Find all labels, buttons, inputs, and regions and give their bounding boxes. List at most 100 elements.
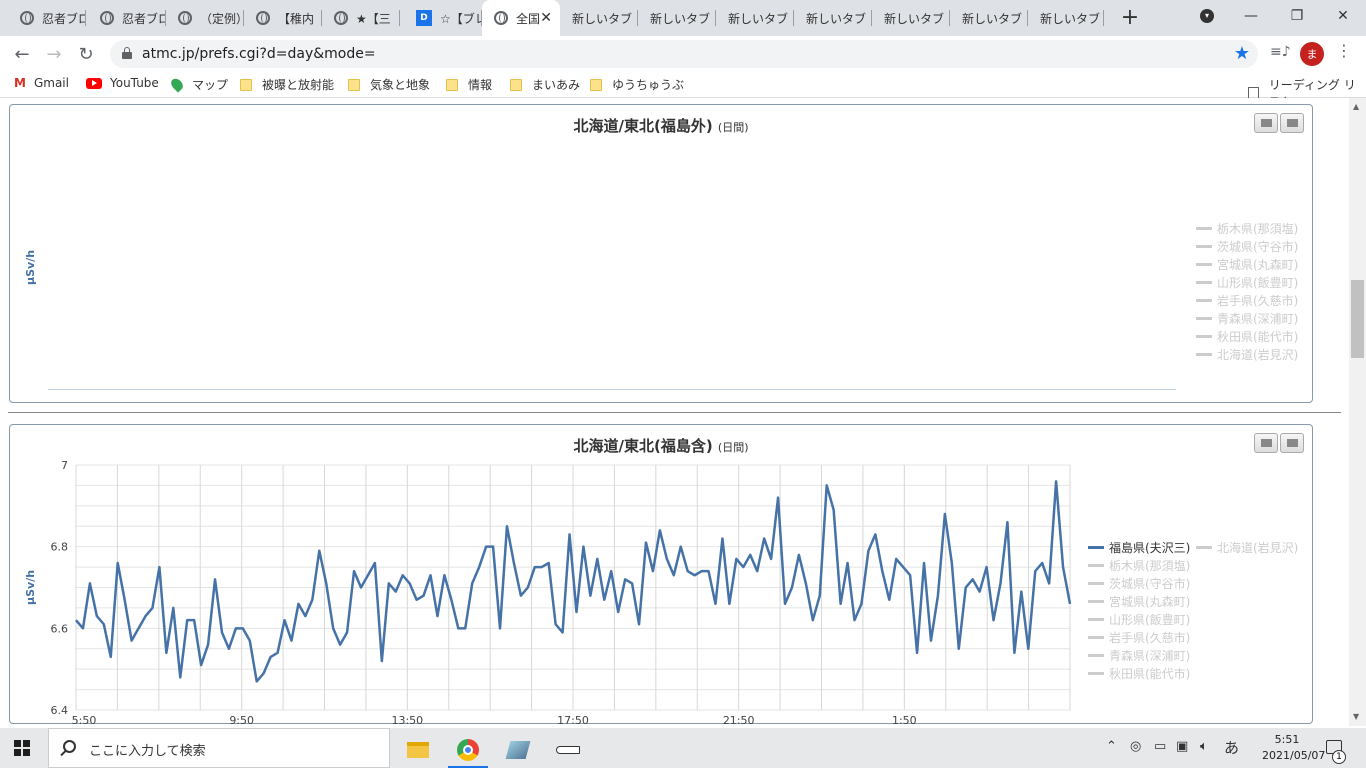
vertical-scrollbar[interactable]: ▲ ▼ — [1349, 98, 1366, 726]
legend-item[interactable]: 山形県(飯豊町) — [1196, 273, 1298, 291]
back-button[interactable]: ← — [10, 42, 34, 66]
x-tick-label: 17:50 — [557, 714, 589, 725]
browser-tab[interactable]: 忍者ブロ — [8, 0, 86, 36]
close-tab-icon[interactable]: ✕ — [540, 10, 552, 26]
bookmark-youtube[interactable]: YouTube — [86, 76, 159, 90]
chrome-icon[interactable] — [444, 732, 492, 768]
bookmark-folder-youtube[interactable]: ゆうちゅうぶ — [590, 76, 684, 93]
tab-search-button[interactable]: ▾ — [1184, 0, 1230, 32]
browser-tab[interactable]: 新しいタブ — [794, 0, 872, 36]
bookmark-folder-radiation[interactable]: 被曝と放射能 — [240, 76, 334, 93]
browser-tab[interactable]: 新しいタブ — [1028, 0, 1104, 36]
chart-subtitle: (日間) — [717, 121, 749, 134]
menu-icon[interactable]: ⋮ — [1336, 41, 1352, 60]
tab-strip: 忍者ブロ 忍者ブロ （定例） 【稚内 ★【三 D ☆【ブレ 全国 ✕ 新しいタブ 新しいタブ 新しいタ… — [0, 0, 1366, 36]
lock-icon — [122, 47, 132, 59]
tray-chevron-icon[interactable]: ⌃ — [1106, 739, 1117, 754]
legend-swatch — [1088, 635, 1104, 639]
browser-tab[interactable]: D ☆【ブレ — [404, 0, 482, 36]
scroll-up-icon[interactable]: ▲ — [1353, 102, 1359, 111]
legend-item[interactable]: 山形県(飯豊町) — [1088, 610, 1190, 628]
legend-item[interactable]: 茨城県(守谷市) — [1196, 237, 1298, 255]
bookmark-folder-weather[interactable]: 気象と地象 — [348, 76, 430, 93]
legend-label: 岩手県(久慈市) — [1109, 630, 1191, 645]
browser-tab[interactable]: 新しいタブ — [560, 0, 638, 36]
new-tab-button[interactable]: + — [1118, 5, 1142, 30]
browser-tab[interactable]: 新しいタブ — [950, 0, 1028, 36]
legend-label: 岩手県(久慈市) — [1217, 293, 1299, 308]
bookmark-gmail[interactable]: M Gmail — [14, 76, 69, 90]
bookmark-star-icon[interactable]: ★ — [1234, 43, 1250, 64]
close-window-button[interactable]: ✕ — [1320, 0, 1366, 32]
legend-item[interactable]: 北海道(岩見沢) — [1196, 345, 1298, 363]
legend-label: 山形県(飯豊町) — [1109, 612, 1191, 627]
train-app-icon[interactable] — [544, 732, 592, 768]
media-queue-icon[interactable]: ≡♪ — [1270, 44, 1291, 60]
app-icon[interactable] — [494, 732, 542, 768]
ime-indicator[interactable]: あ — [1224, 737, 1239, 758]
bookmark-folder-maiami[interactable]: まいあみ — [510, 76, 580, 93]
profile-avatar[interactable]: ま — [1300, 42, 1324, 66]
file-explorer-icon[interactable] — [394, 732, 442, 768]
legend-item[interactable]: 青森県(深浦町) — [1088, 646, 1190, 664]
legend-item[interactable]: 岩手県(久慈市) — [1088, 628, 1190, 646]
browser-tab[interactable]: 忍者ブロ — [88, 0, 166, 36]
legend: 栃木県(那須塩) 茨城県(守谷市) 宮城県(丸森町) 山形県(飯豊町) 岩手県(久慈市)… — [1196, 219, 1298, 363]
clock-time: 5:51 — [1274, 733, 1300, 746]
site-favicon-icon: D — [416, 10, 432, 26]
forward-button[interactable]: → — [42, 42, 66, 66]
url-text: atmc.jp/prefs.cgi?d=day&mode= — [142, 46, 376, 62]
camera-icon[interactable]: ◎ — [1130, 739, 1141, 754]
browser-tab[interactable]: 新しいタブ — [872, 0, 950, 36]
browser-tab[interactable]: 新しいタブ — [638, 0, 716, 36]
legend-item[interactable]: 栃木県(那須塩) — [1088, 556, 1190, 574]
browser-tab[interactable]: 新しいタブ — [716, 0, 794, 36]
folder-icon — [590, 78, 602, 91]
print-button[interactable] — [1254, 113, 1278, 133]
folder-icon — [348, 78, 360, 91]
browser-tab[interactable]: 【稚内 — [244, 0, 322, 36]
volume-icon[interactable]: 🔈︎ — [1200, 739, 1208, 754]
address-bar[interactable]: atmc.jp/prefs.cgi?d=day&mode= ★ — [110, 40, 1258, 68]
battery-icon[interactable]: ▭ — [1154, 739, 1166, 754]
globe-icon — [256, 11, 270, 25]
globe-icon — [334, 11, 348, 25]
legend-swatch — [1088, 617, 1104, 621]
bookmark-maps[interactable]: マップ — [168, 76, 228, 93]
y-tick-label: 6.6 — [51, 622, 69, 635]
search-icon — [63, 740, 76, 753]
scrollbar-thumb[interactable] — [1351, 280, 1364, 358]
legend-item[interactable]: 宮城県(丸森町) — [1088, 592, 1190, 610]
legend-item[interactable]: 北海道(岩見沢) — [1196, 538, 1298, 556]
browser-tab[interactable]: ★【三 — [322, 0, 400, 36]
bookmark-folder-info[interactable]: 情報 — [446, 76, 492, 93]
download-button[interactable] — [1280, 433, 1304, 453]
clock[interactable]: 5:51 2021/05/07 — [1262, 732, 1325, 764]
globe-icon — [100, 11, 114, 25]
windows-start-icon[interactable] — [14, 740, 30, 756]
browser-tab[interactable]: （定例） — [166, 0, 244, 36]
y-tick-label: 6.8 — [51, 541, 69, 554]
minimize-button[interactable]: — — [1228, 0, 1274, 32]
folder-icon — [510, 78, 522, 91]
legend-swatch — [1196, 298, 1212, 302]
legend-item[interactable]: 茨城県(守谷市) — [1088, 574, 1190, 592]
reload-button[interactable]: ↻ — [74, 42, 98, 66]
legend-item[interactable]: 秋田県(能代市) — [1196, 327, 1298, 345]
legend-item[interactable]: 福島県(夫沢三) — [1088, 538, 1190, 556]
chart-title-text: 北海道/東北(福島外) — [573, 117, 713, 135]
browser-tab[interactable]: 全国 ✕ — [482, 0, 560, 36]
tab-title: （定例） — [200, 11, 244, 26]
scroll-down-icon[interactable]: ▼ — [1353, 712, 1359, 721]
maximize-button[interactable]: ❐ — [1274, 0, 1320, 32]
legend-item[interactable]: 秋田県(能代市) — [1088, 664, 1190, 682]
legend-item[interactable]: 宮城県(丸森町) — [1196, 255, 1298, 273]
legend-item[interactable]: 青森県(深浦町) — [1196, 309, 1298, 327]
taskbar-search-box[interactable]: ここに入力して検索 — [48, 728, 390, 768]
print-button[interactable] — [1254, 433, 1278, 453]
legend-item[interactable]: 栃木県(那須塩) — [1196, 219, 1298, 237]
gmail-icon: M — [14, 76, 26, 90]
network-icon[interactable]: ▣ — [1176, 739, 1188, 754]
download-button[interactable] — [1280, 113, 1304, 133]
legend-item[interactable]: 岩手県(久慈市) — [1196, 291, 1298, 309]
